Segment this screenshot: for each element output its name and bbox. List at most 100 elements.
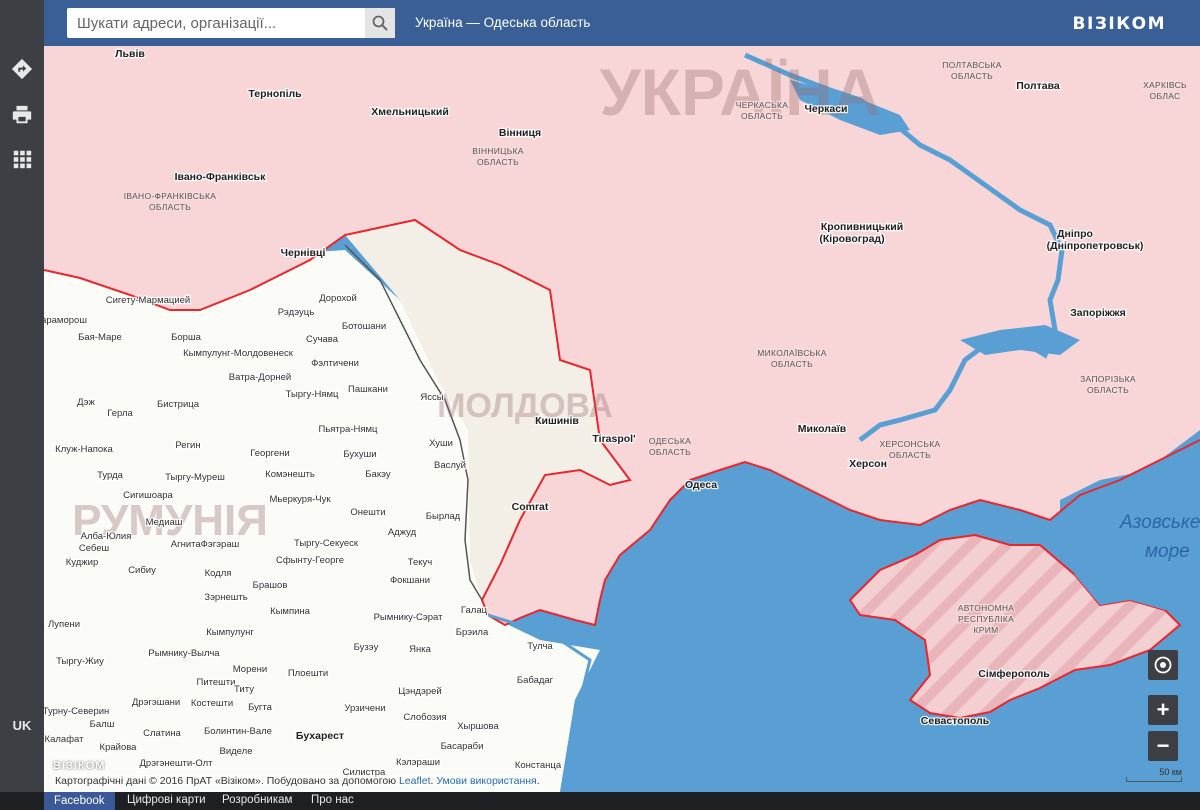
city-label[interactable]: Тыргу-Муреш	[164, 471, 226, 485]
city-label[interactable]: Ботошани	[341, 320, 388, 334]
city-label[interactable]: Тыргу-Жиу	[55, 655, 105, 669]
city-label[interactable]: Кодля	[203, 567, 232, 581]
city-label[interactable]: Клуж-Напока	[54, 443, 115, 457]
city-label[interactable]: Крайова	[98, 741, 138, 755]
city-label[interactable]: Кымпулунг-Молдовенеск	[182, 347, 295, 361]
city-label[interactable]: Хуши	[428, 437, 454, 451]
city-label[interactable]: Фэлтичени	[310, 357, 360, 371]
footer-link-digital-maps[interactable]: Цифрові карти	[127, 794, 206, 806]
city-label[interactable]: Тернопіль	[247, 87, 303, 102]
city-label[interactable]: Херсон	[848, 457, 888, 472]
city-label[interactable]: Морени	[232, 663, 269, 677]
city-label[interactable]: Васлуй	[433, 459, 467, 473]
zoom-in-button[interactable]: +	[1148, 695, 1178, 725]
city-label[interactable]: Текуч	[406, 556, 433, 570]
city-label[interactable]: Хыршова	[456, 720, 501, 734]
city-label[interactable]: Герла	[106, 407, 135, 421]
city-label[interactable]: Турну-Северин	[44, 705, 111, 719]
city-label[interactable]: Бухарест	[295, 729, 346, 744]
city-label[interactable]: Себеш	[78, 542, 111, 556]
city-label[interactable]: Пьятра-Нямц	[317, 423, 379, 437]
city-label[interactable]: Дрэгэшани	[131, 696, 182, 710]
city-label[interactable]: Tiraspol'	[591, 432, 637, 447]
city-label[interactable]: Полтава	[1015, 79, 1061, 94]
city-label[interactable]: Фокшани	[389, 574, 432, 588]
city-label[interactable]: Бухуши	[342, 448, 378, 462]
city-label[interactable]: Кишинів	[534, 414, 581, 429]
city-label[interactable]: Сфынту-Георге	[275, 554, 346, 568]
city-label[interactable]: Кэлэраши	[395, 756, 442, 770]
apps-button[interactable]	[7, 144, 37, 174]
city-label[interactable]: Калафат	[44, 733, 85, 747]
city-label[interactable]: Сімферополь	[977, 667, 1052, 682]
city-label[interactable]: Мьеркуря-Чук	[268, 493, 332, 507]
city-label[interactable]: Бугта	[247, 701, 274, 715]
city-label[interactable]: Урзичени	[343, 702, 387, 716]
city-label[interactable]: Аджуд	[387, 526, 418, 540]
city-label[interactable]: Кропивницький	[820, 220, 905, 235]
city-label[interactable]: Мараморош	[44, 314, 88, 328]
city-label[interactable]: Бистрица	[156, 398, 201, 412]
city-label[interactable]: Болинтин-Вале	[203, 725, 273, 739]
city-label[interactable]: Кымпулунг	[205, 626, 256, 640]
city-label[interactable]: (Дніпропетровськ)	[1045, 239, 1144, 254]
directions-button[interactable]	[7, 54, 37, 84]
search-button[interactable]	[365, 8, 395, 38]
terms-link[interactable]: Умови використання	[436, 775, 536, 787]
city-label[interactable]: Плоешти	[287, 667, 330, 681]
city-label[interactable]: Кымпина	[269, 605, 312, 619]
city-label[interactable]: (Кіровоград)	[818, 232, 886, 247]
city-label[interactable]: Лупени	[47, 618, 82, 632]
city-label[interactable]: Балш	[88, 718, 115, 732]
leaflet-link[interactable]: Leaflet	[399, 775, 431, 787]
city-label[interactable]: Зэрнешть	[203, 591, 249, 605]
city-label[interactable]: Слатина	[142, 727, 183, 741]
city-label[interactable]: Comrat	[510, 500, 550, 515]
city-label[interactable]: Севастополь	[920, 714, 992, 729]
city-label[interactable]: Костешти	[190, 697, 235, 711]
city-label[interactable]: Куджир	[65, 556, 100, 570]
city-label[interactable]: Онешти	[349, 506, 387, 520]
city-label[interactable]: Басараби	[439, 740, 484, 754]
city-label[interactable]: Алба-Юлия	[79, 530, 132, 544]
city-label[interactable]: Цэндэрей	[397, 685, 443, 699]
footer-link-facebook[interactable]: Facebook	[44, 792, 115, 810]
city-label[interactable]: Борша	[170, 331, 203, 345]
city-label[interactable]: Львів	[114, 47, 147, 62]
city-label[interactable]: Питешти	[195, 676, 236, 690]
city-label[interactable]: Янка	[408, 643, 433, 657]
city-label[interactable]: Черкаси	[803, 102, 849, 117]
city-label[interactable]: Георгени	[249, 447, 291, 461]
language-switch[interactable]: UK	[0, 718, 44, 733]
city-label[interactable]: Сигету-Мармацией	[104, 294, 191, 308]
city-label[interactable]: Миколаїв	[797, 422, 848, 437]
city-label[interactable]: Сибиу	[127, 564, 157, 578]
city-label[interactable]: Слобозия	[402, 711, 448, 725]
search-input[interactable]	[67, 8, 377, 38]
map-canvas[interactable]: УКРАЇНА МОЛДОВА РУМУНІЯ ПОЛТАВСЬКА ОБЛАСТЬ Х…	[44, 46, 1200, 792]
city-label[interactable]: Бырлад	[425, 510, 462, 524]
city-label[interactable]: Рымнику-Сэрат	[372, 611, 444, 625]
city-label[interactable]: АгнитаФэгэраш	[170, 538, 241, 552]
city-label[interactable]: Галац	[460, 604, 489, 618]
city-label[interactable]: Сигишоара	[122, 489, 175, 503]
city-label[interactable]: Титу	[233, 683, 256, 697]
city-label[interactable]: Чернівці	[279, 246, 326, 261]
city-label[interactable]: Дорохой	[318, 292, 358, 306]
zoom-out-button[interactable]: −	[1148, 731, 1178, 761]
city-label[interactable]: Медиаш	[144, 516, 183, 530]
city-label[interactable]: Виделе	[218, 745, 253, 759]
city-label[interactable]: Яссы	[419, 391, 445, 405]
city-label[interactable]: Хмельницький	[370, 105, 450, 120]
city-label[interactable]: Турда	[96, 469, 125, 483]
city-label[interactable]: Бая-Маре	[77, 331, 123, 345]
city-label[interactable]: Брашов	[251, 579, 288, 593]
footer-link-about[interactable]: Про нас	[311, 794, 354, 806]
city-label[interactable]: Запоріжжя	[1069, 306, 1127, 321]
city-label[interactable]: Тулча	[526, 640, 555, 654]
locate-button[interactable]	[1148, 650, 1178, 680]
city-label[interactable]: Вінниця	[498, 126, 543, 141]
city-label[interactable]: Пашкани	[347, 383, 389, 397]
city-label[interactable]: Дэж	[76, 396, 97, 410]
city-label[interactable]: Тыргу-Секуеск	[293, 537, 360, 551]
